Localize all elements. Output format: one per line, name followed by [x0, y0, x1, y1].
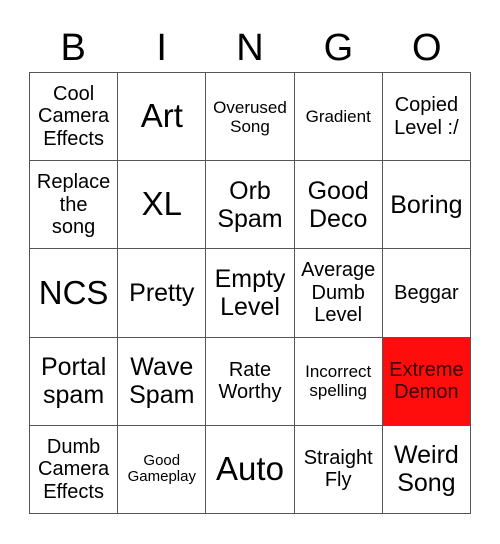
bingo-cell[interactable]: Art [118, 73, 207, 162]
cell-label: Rate Worthy [218, 358, 282, 404]
bingo-cell[interactable]: Straight Fly [294, 425, 383, 514]
bingo-cell[interactable]: Overused Song [206, 73, 295, 162]
bingo-cell[interactable]: Orb Spam [206, 161, 295, 250]
bingo-cell[interactable]: XL [118, 161, 207, 250]
bingo-cell[interactable]: Average Dumb Level [294, 249, 383, 338]
bingo-cell[interactable]: Gradient [294, 73, 383, 162]
cell-label: Portal spam [40, 353, 107, 410]
cell-label: Overused Song [213, 97, 287, 136]
bingo-cell[interactable]: Beggar [382, 249, 471, 338]
cell-label: Extreme Demon [389, 358, 464, 404]
cell-label: Gradient [305, 107, 371, 127]
cell-label: Beggar [394, 281, 459, 304]
bingo-cell[interactable]: Cool Camera Effects [30, 73, 119, 162]
cell-label: Replace the song [36, 171, 111, 238]
bingo-cell[interactable]: Good Gameplay [118, 425, 207, 514]
cell-label: Dumb Camera Effects [38, 435, 110, 503]
header-letter-n: N [236, 27, 264, 69]
cell-label: Wave Spam [129, 353, 195, 410]
cell-label: Orb Spam [217, 176, 283, 233]
cell-label: Art [140, 97, 183, 135]
header-letter-o: O [412, 27, 442, 69]
bingo-cell[interactable]: Empty Level [206, 249, 295, 338]
cell-label: Pretty [129, 278, 195, 307]
bingo-cell[interactable]: Pretty [118, 249, 207, 338]
cell-label: Incorrect spelling [305, 362, 372, 401]
cell-label: Good Deco [307, 176, 369, 233]
bingo-cell[interactable]: Boring [382, 161, 471, 250]
cell-label: Average Dumb Level [301, 259, 376, 327]
bingo-cell[interactable]: Wave Spam [118, 337, 207, 426]
cell-label: Cool Camera Effects [38, 83, 110, 150]
cell-label: Auto [216, 449, 284, 487]
bingo-cell-marked[interactable]: Extreme Demon [382, 337, 471, 426]
bingo-cell[interactable]: Incorrect spelling [294, 337, 383, 426]
bingo-cell[interactable]: Dumb Camera Effects [30, 425, 119, 514]
cell-label: XL [141, 185, 182, 223]
cell-label: Copied Level :/ [394, 94, 459, 139]
bingo-cell[interactable]: Good Deco [294, 161, 383, 250]
bingo-cell[interactable]: Rate Worthy [206, 337, 295, 426]
bingo-cell[interactable]: Weird Song [382, 425, 471, 514]
cell-label: Weird Song [393, 441, 459, 498]
bingo-cell[interactable]: Copied Level :/ [382, 73, 471, 162]
cell-label: Straight Fly [303, 447, 373, 492]
cell-label: Good Gameplay [127, 451, 196, 486]
bingo-cell[interactable]: NCS [30, 249, 119, 338]
header-letter-i: I [156, 27, 167, 69]
header-letter-b: B [60, 27, 86, 69]
cell-label: NCS [38, 273, 109, 311]
bingo-cell[interactable]: Portal spam [30, 337, 119, 426]
bingo-cell[interactable]: Auto [206, 425, 295, 514]
bingo-board: Cool Camera Effects Art Overused Song Gr… [29, 72, 471, 514]
bingo-cell[interactable]: Replace the song [30, 161, 119, 250]
cell-label: Boring [390, 190, 463, 219]
cell-label: Empty Level [214, 264, 286, 321]
header-letter-g: G [323, 27, 354, 69]
bingo-header: B I N G O [29, 24, 471, 72]
